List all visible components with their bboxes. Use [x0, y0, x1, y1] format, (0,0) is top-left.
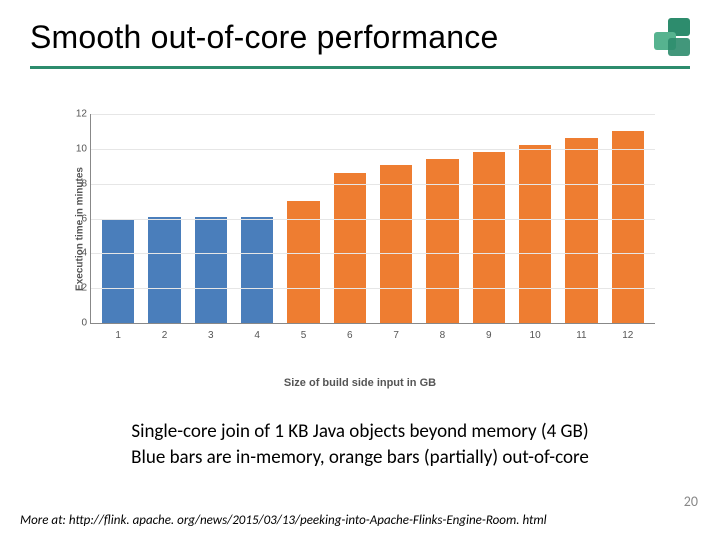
x-tick: 11 — [576, 330, 586, 341]
chart: Execution time in minutes Size of build … — [60, 109, 660, 349]
x-tick: 2 — [162, 330, 168, 341]
x-tick: 8 — [440, 330, 446, 341]
x-axis-label: Size of build side input in GB — [284, 377, 436, 389]
y-tick: 0 — [69, 318, 87, 329]
y-tick: 4 — [69, 248, 87, 259]
x-tick: 5 — [301, 330, 307, 341]
bar — [380, 165, 412, 323]
gridline — [91, 114, 655, 115]
caption-line-1: Single-core join of 1 KB Java objects be… — [40, 419, 680, 445]
x-tick: 4 — [254, 330, 260, 341]
gridline — [91, 184, 655, 185]
x-tick: 7 — [393, 330, 399, 341]
bar — [241, 217, 273, 323]
plot-area: 123456789101112 024681012 — [90, 114, 655, 324]
x-tick: 12 — [622, 330, 633, 341]
bar — [148, 217, 180, 323]
x-tick: 10 — [530, 330, 541, 341]
y-tick: 12 — [69, 109, 87, 120]
y-tick: 10 — [69, 143, 87, 154]
x-tick: 3 — [208, 330, 214, 341]
bar — [334, 173, 366, 323]
bar — [565, 138, 597, 323]
bar — [195, 217, 227, 323]
footer-source: More at: http://flink. apache. org/news/… — [20, 513, 547, 528]
x-tick: 1 — [115, 330, 121, 341]
gridline — [91, 149, 655, 150]
caption-line-2: Blue bars are in-memory, orange bars (pa… — [40, 445, 680, 471]
bar — [612, 131, 644, 323]
x-tick: 9 — [486, 330, 492, 341]
slide-header: Smooth out-of-core performance — [0, 0, 720, 56]
caption: Single-core join of 1 KB Java objects be… — [40, 419, 680, 470]
bar — [473, 152, 505, 323]
bar — [102, 219, 134, 324]
logo-icon — [642, 18, 690, 56]
bar — [519, 145, 551, 323]
page-number: 20 — [684, 493, 698, 510]
slide-title: Smooth out-of-core performance — [30, 19, 642, 56]
header-rule — [30, 66, 690, 69]
gridline — [91, 288, 655, 289]
y-tick: 2 — [69, 283, 87, 294]
gridline — [91, 219, 655, 220]
y-tick: 6 — [69, 213, 87, 224]
x-tick: 6 — [347, 330, 353, 341]
gridline — [91, 253, 655, 254]
y-tick: 8 — [69, 178, 87, 189]
